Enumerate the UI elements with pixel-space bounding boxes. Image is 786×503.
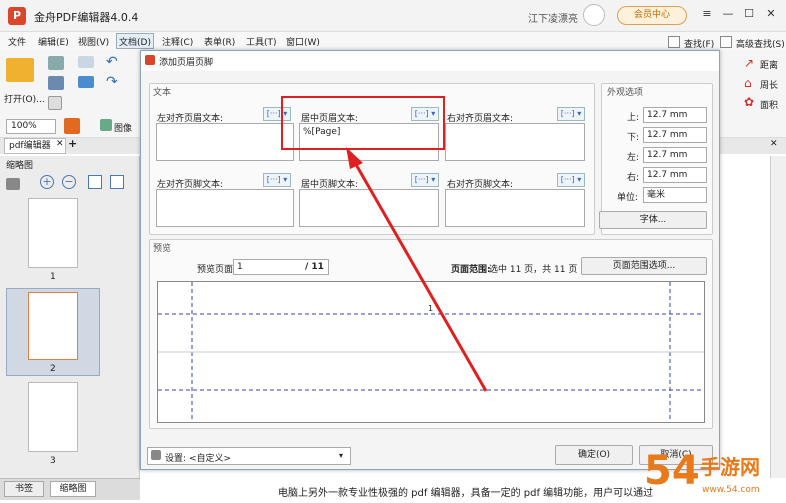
close-doc-icon[interactable]: ✕: [770, 139, 778, 149]
image-icon[interactable]: [100, 119, 112, 131]
menu-edit[interactable]: 编辑(E): [38, 35, 69, 48]
app-logo-icon: P: [8, 7, 26, 25]
page-number-1: 1: [50, 272, 56, 282]
settings-icon[interactable]: [6, 178, 20, 190]
page-number-3: 3: [50, 456, 56, 466]
open-folder-icon[interactable]: [6, 58, 34, 82]
zoom-out-icon[interactable]: −: [62, 175, 76, 189]
zoom-in-icon[interactable]: +: [40, 175, 54, 189]
save-icon[interactable]: [48, 76, 64, 90]
user-name[interactable]: 江下凌漂亮: [528, 10, 578, 25]
maximize-icon[interactable]: ☐: [741, 7, 757, 20]
menu-file[interactable]: 文件: [8, 35, 26, 48]
image-label[interactable]: 图像: [114, 121, 132, 134]
tab-bookmarks[interactable]: 书签: [4, 481, 44, 497]
distance-button[interactable]: 距离: [760, 58, 778, 71]
settings-value: <自定义>: [189, 454, 232, 464]
page-number-2: 2: [50, 364, 56, 374]
svg-text:54: 54: [644, 448, 700, 494]
menu-icon[interactable]: ≡: [699, 7, 715, 20]
rotate-right-icon[interactable]: [110, 175, 124, 189]
menu-view[interactable]: 视图(V): [78, 35, 109, 48]
redo-icon[interactable]: ↷: [106, 74, 118, 90]
settings-label: 设置:: [165, 454, 187, 464]
thumbnail-panel-title: 缩略图: [6, 161, 34, 171]
undo-icon[interactable]: ↶: [106, 54, 118, 70]
adv-find-icon[interactable]: [720, 36, 732, 48]
find-button[interactable]: 查找(F): [684, 37, 714, 50]
svg-text:手游网: 手游网: [700, 455, 760, 479]
minimize-icon[interactable]: —: [720, 7, 736, 20]
find-icon[interactable]: [668, 36, 680, 48]
page-thumbnail-3[interactable]: [28, 382, 78, 452]
watermark-icon: 54 手游网 www.54.com: [644, 448, 760, 495]
settings-gear-icon: [151, 450, 161, 460]
menu-tools[interactable]: 工具(T): [246, 35, 277, 48]
svg-text:www.54.com: www.54.com: [702, 485, 760, 495]
add-tab-icon[interactable]: +: [68, 137, 77, 150]
chevron-down-icon: ▾: [339, 451, 344, 460]
menu-window[interactable]: 窗口(W): [286, 35, 320, 48]
app-title: 金舟PDF编辑器4.0.4: [34, 11, 139, 24]
member-center-button[interactable]: 会员中心: [617, 6, 687, 25]
area-button[interactable]: 面积: [760, 98, 778, 111]
ok-button[interactable]: 确定(O): [555, 445, 633, 465]
menu-document[interactable]: 文档(D): [119, 35, 151, 48]
tab-thumbnails[interactable]: 缩略图: [50, 481, 96, 497]
menu-comment[interactable]: 注释(C): [162, 35, 193, 48]
distance-icon[interactable]: ↗: [744, 56, 754, 70]
color-icon[interactable]: [64, 118, 80, 134]
close-icon[interactable]: ✕: [763, 7, 779, 20]
open-button-label[interactable]: 打开(O)...: [4, 92, 45, 105]
document-text: 电脑上另外一款专业性极强的 pdf 编辑器，具备一定的 pdf 编辑功能，用户可…: [278, 488, 654, 499]
document-tab-label: pdf编辑器: [9, 141, 51, 151]
print-icon[interactable]: [48, 56, 64, 70]
watermark-logo: 54 手游网 www.54.com: [640, 440, 786, 500]
email-icon[interactable]: [78, 56, 94, 68]
page-icon[interactable]: [48, 96, 62, 110]
page-thumbnail-2[interactable]: [28, 292, 78, 360]
vertical-scrollbar[interactable]: [770, 156, 786, 478]
menu-form[interactable]: 表单(R): [204, 35, 235, 48]
header-footer-dialog: 添加页眉页脚 文本 左对齐页眉文本: [···] ▾ 居中页眉文本: [···]…: [140, 50, 720, 470]
share-icon[interactable]: [78, 76, 94, 88]
perimeter-button[interactable]: 周长: [760, 78, 778, 91]
annotation-arrow: [346, 147, 488, 392]
avatar[interactable]: [583, 4, 605, 26]
tab-close-icon[interactable]: ✕: [56, 139, 64, 149]
zoom-select[interactable]: 100%: [6, 119, 56, 134]
adv-find-button[interactable]: 高级查找(S): [736, 37, 785, 50]
page-thumbnail-1[interactable]: [28, 198, 78, 268]
rotate-left-icon[interactable]: [88, 175, 102, 189]
area-icon[interactable]: ✿: [744, 95, 754, 109]
perimeter-icon[interactable]: ⌂: [744, 76, 752, 90]
